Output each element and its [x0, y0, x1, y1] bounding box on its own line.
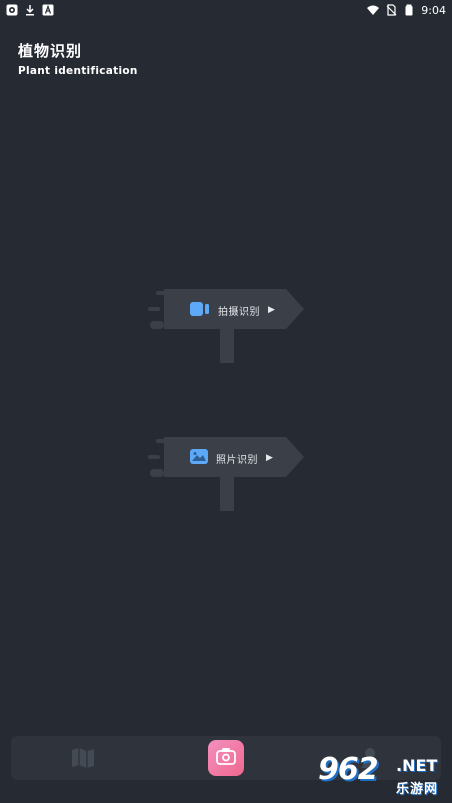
play-arrow-icon: ▶	[268, 305, 275, 315]
capture-identify-content: 拍摄识别 ▶	[190, 299, 275, 321]
page-subtitle: Plant identification	[18, 65, 138, 77]
watermark-number: 962	[318, 752, 379, 787]
capture-identify-label: 拍摄识别	[218, 306, 260, 318]
status-time: 9:04	[421, 3, 446, 17]
camera-button[interactable]	[208, 740, 244, 776]
watermark-cn: 乐游网	[396, 782, 439, 797]
photo-identify-content: 照片识别 ▶	[190, 447, 273, 469]
map-icon[interactable]	[69, 744, 97, 772]
status-bar: 9:04	[0, 0, 452, 20]
download-icon	[24, 4, 36, 16]
image-icon	[190, 448, 208, 468]
photo-identify-label: 照片识别	[216, 454, 258, 466]
battery-icon	[403, 4, 415, 16]
status-right: 9:04	[367, 4, 446, 17]
page-title: 植物识别	[18, 42, 83, 60]
watermark-net: .NET	[396, 756, 438, 775]
watermark-logo: 962 .NET 乐游网	[312, 752, 450, 800]
header: 植物识别 Plant identification	[18, 40, 138, 77]
play-arrow-icon: ▶	[266, 453, 273, 463]
app-notification-icon	[6, 4, 18, 16]
status-left	[6, 4, 54, 16]
wifi-icon	[367, 4, 380, 16]
photo-identify-sign[interactable]: 照片识别 ▶	[148, 437, 308, 515]
camera-icon	[216, 747, 236, 769]
capture-identify-sign[interactable]: 拍摄识别 ▶	[148, 289, 308, 367]
video-camera-icon	[190, 301, 210, 320]
a-box-icon	[42, 4, 54, 16]
no-sim-icon	[385, 4, 397, 16]
